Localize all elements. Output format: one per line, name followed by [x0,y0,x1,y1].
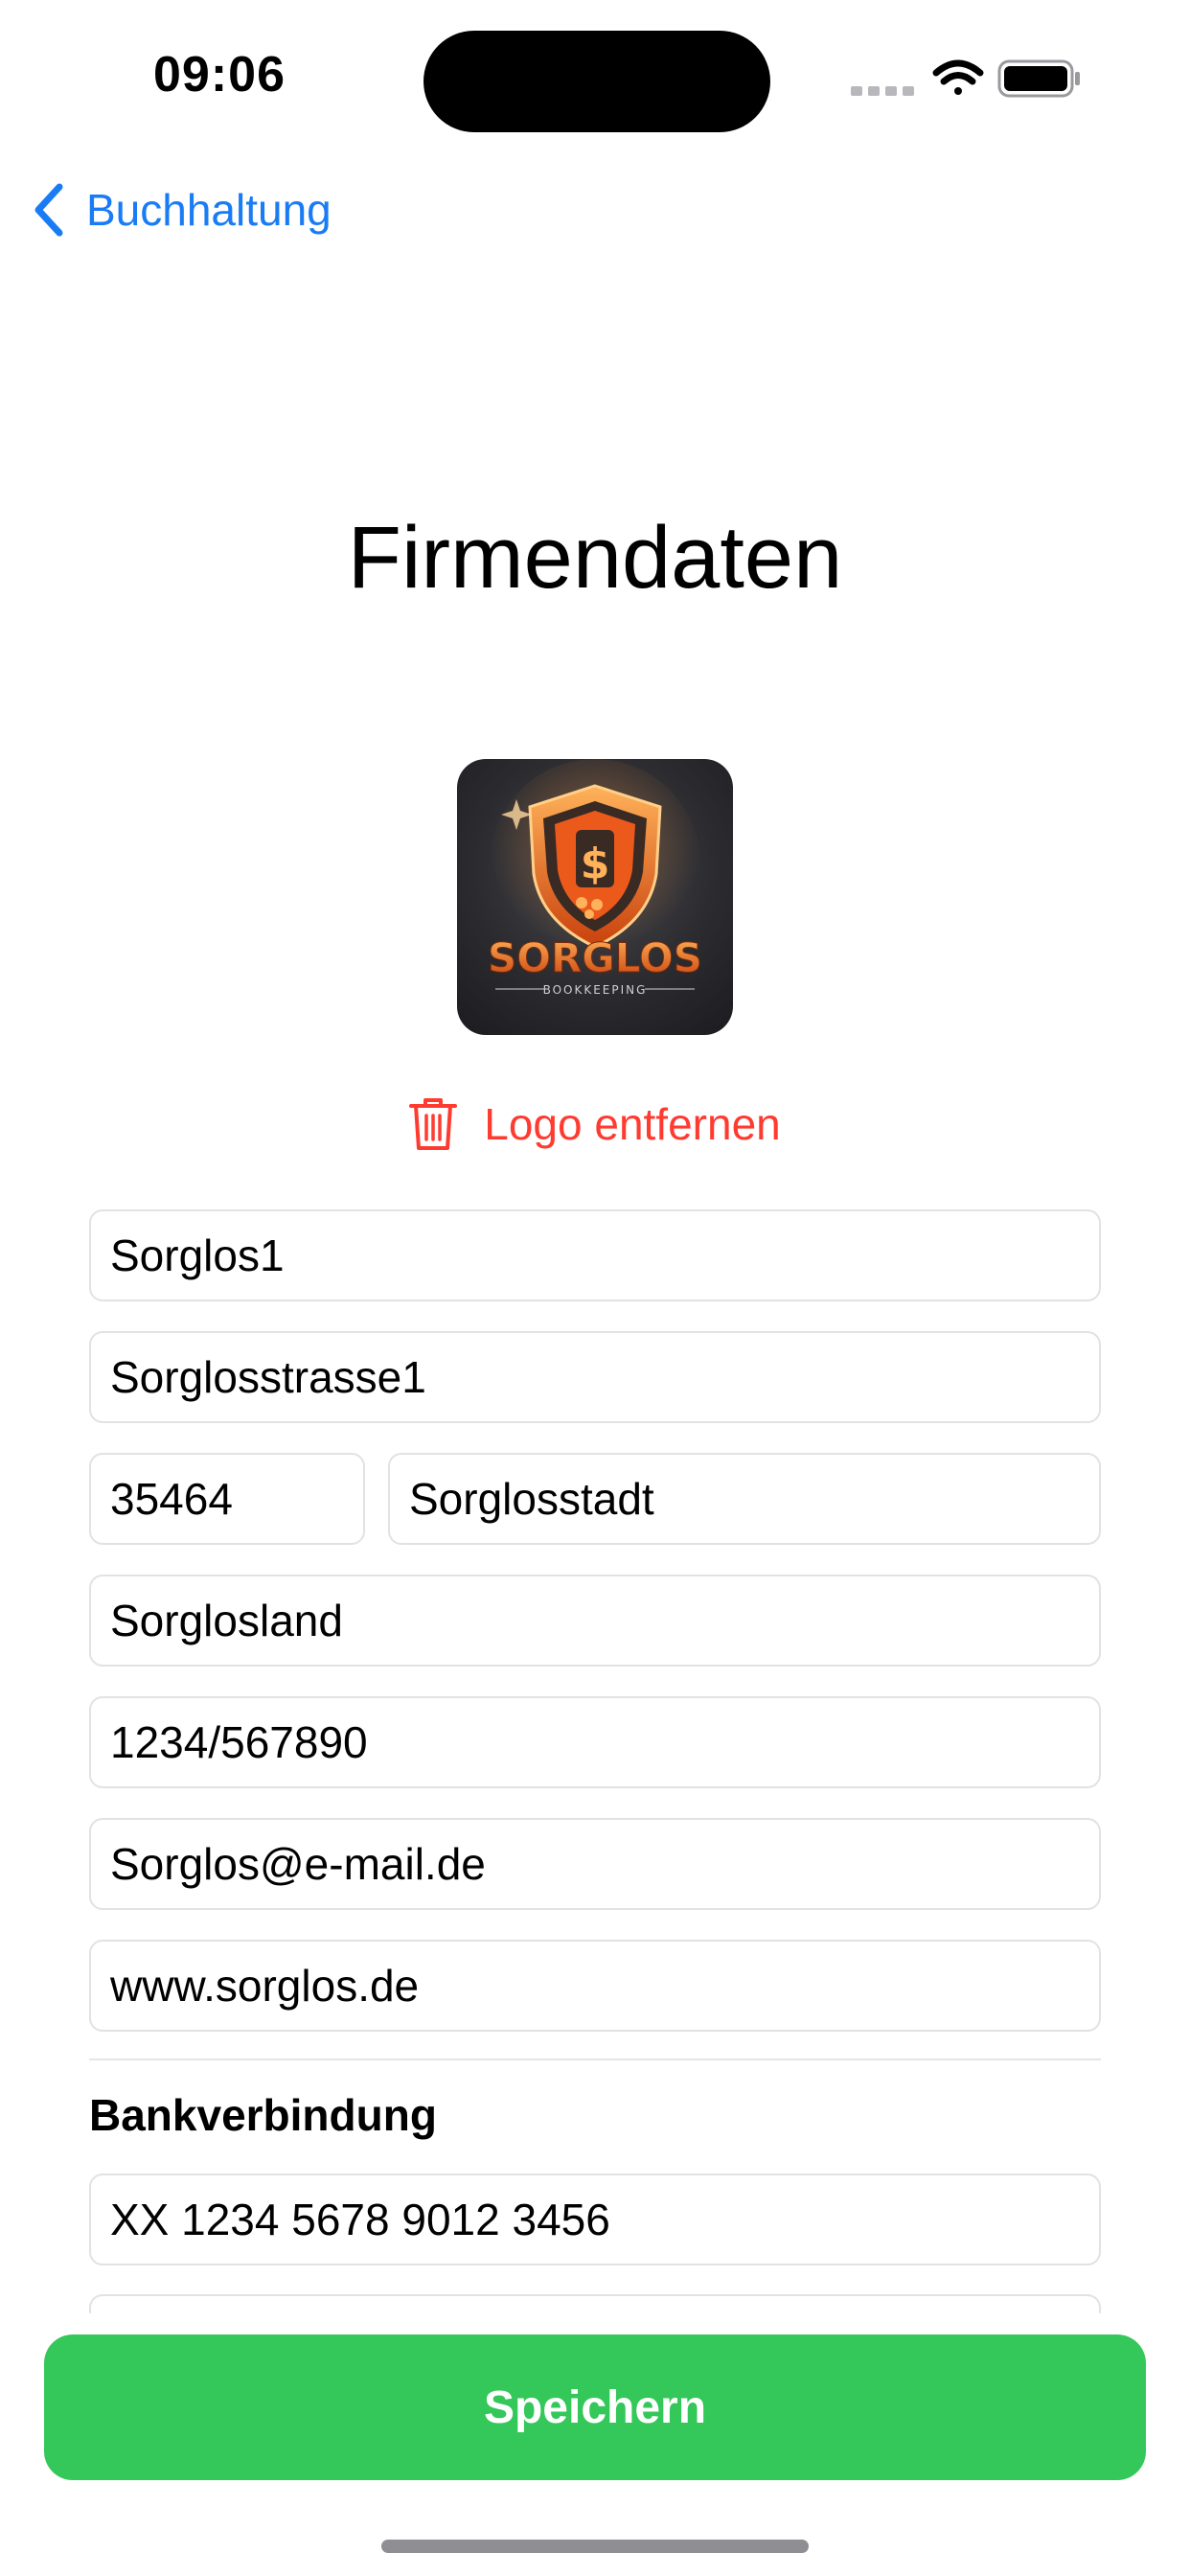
logo-brand-text: SORGLOS [488,934,702,981]
dynamic-island [423,31,770,132]
street-field[interactable]: Sorglosstrasse1 [89,1331,1101,1423]
save-label: Speichern [483,2381,707,2433]
remove-logo-button[interactable]: Logo entfernen [0,1096,1190,1152]
company-name-field[interactable]: Sorglos1 [89,1209,1101,1301]
cellular-signal-icon [851,86,914,96]
chevron-left-icon [34,183,63,237]
home-indicator [381,2540,809,2553]
page-title: Firmendaten [347,509,843,607]
back-button[interactable]: Buchhaltung [33,178,332,242]
back-label: Buchhaltung [86,185,332,235]
email-field[interactable]: Sorglos@e-mail.de [89,1818,1101,1910]
section-divider [89,2058,1101,2060]
zip-field[interactable]: 35464 [89,1453,365,1545]
svg-text:$: $ [581,840,610,888]
remove-logo-label: Logo entfernen [484,1099,781,1149]
status-bar: 09:06 [0,0,1190,144]
city-field[interactable]: Sorglosstadt [388,1453,1101,1545]
country-field[interactable]: Sorglosland [89,1575,1101,1667]
tax-number-field[interactable]: 1234/567890 [89,1696,1101,1788]
status-time: 09:06 [153,47,286,103]
bank-section-title: Bankverbindung [89,2090,437,2140]
status-icons [843,56,1092,104]
wifi-icon [932,59,984,95]
company-logo[interactable]: $ SORGLOS BOOKKEEPING [457,759,733,1035]
battery-icon [997,59,1080,98]
website-field[interactable]: www.sorglos.de [89,1940,1101,2032]
next-bank-field[interactable] [89,2294,1101,2313]
trash-icon [409,1098,458,1150]
logo-tagline: BOOKKEEPING [543,983,648,997]
save-button[interactable]: Speichern [44,2334,1146,2480]
iban-field[interactable]: XX 1234 5678 9012 3456 [89,2174,1101,2266]
